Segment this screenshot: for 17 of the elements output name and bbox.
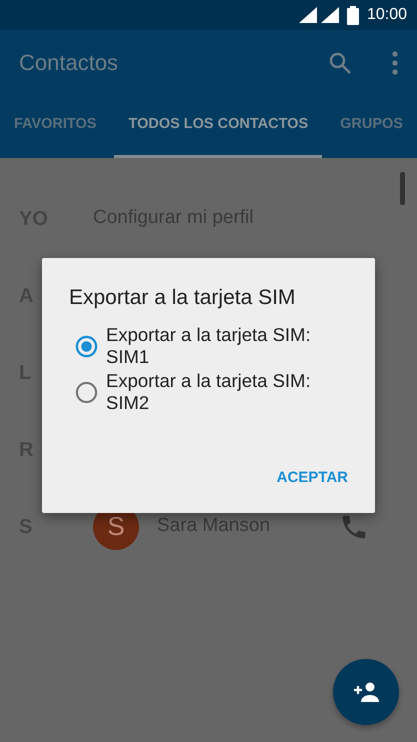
scrollbar[interactable] xyxy=(400,172,405,205)
battery-icon xyxy=(346,6,359,24)
clock: 10:00 xyxy=(366,5,407,25)
signal-icon xyxy=(298,7,317,23)
radio-option[interactable]: Exportar a la tarjeta SIM: SIM1 xyxy=(69,324,349,368)
radio-option[interactable]: Exportar a la tarjeta SIM: SIM2 xyxy=(69,370,349,414)
tab[interactable]: FAVORITOS xyxy=(0,95,110,158)
more-options-icon[interactable] xyxy=(391,50,399,74)
signal-icon xyxy=(320,7,339,23)
add-contact-button[interactable] xyxy=(333,659,399,725)
dialog-title: Exportar a la tarjeta SIM xyxy=(69,285,296,311)
tab[interactable]: GRUPOS xyxy=(326,95,417,158)
accept-button[interactable]: ACEPTAR xyxy=(276,462,348,493)
app-title: Contactos xyxy=(19,49,120,77)
search-icon[interactable] xyxy=(329,52,351,74)
add-person-icon xyxy=(352,682,380,702)
tab[interactable]: TODOS LOS CONTACTOS xyxy=(114,95,322,158)
